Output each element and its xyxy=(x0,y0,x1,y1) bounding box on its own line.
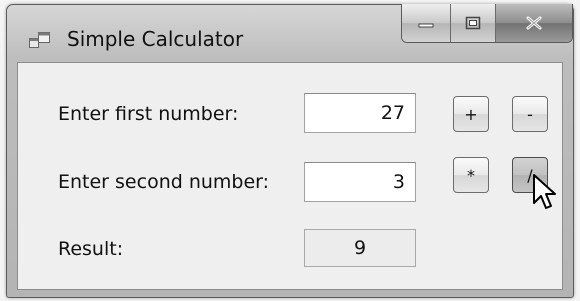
close-button[interactable] xyxy=(496,4,572,42)
window-title: Simple Calculator xyxy=(67,27,244,51)
first-number-input[interactable] xyxy=(304,93,416,133)
maximize-button[interactable] xyxy=(451,4,496,42)
minimize-button[interactable] xyxy=(402,4,451,42)
multiply-button[interactable]: * xyxy=(453,157,489,193)
first-number-label: Enter first number: xyxy=(58,103,239,125)
minimize-icon xyxy=(418,23,434,28)
maximize-icon xyxy=(465,16,481,30)
second-number-input[interactable] xyxy=(304,162,416,202)
add-button[interactable]: + xyxy=(453,96,489,132)
result-label: Result: xyxy=(58,238,124,260)
subtract-button[interactable]: - xyxy=(512,96,548,132)
mouse-pointer-icon xyxy=(533,174,556,209)
calculator-window: Simple Calculator Enter first number: En… xyxy=(6,4,574,298)
result-value: 9 xyxy=(304,229,416,267)
second-number-label: Enter second number: xyxy=(58,171,270,193)
caption-buttons xyxy=(401,4,573,43)
close-icon xyxy=(526,16,542,30)
form-client-area: Enter first number: Enter second number:… xyxy=(17,62,563,290)
window-app-icon xyxy=(29,32,50,48)
